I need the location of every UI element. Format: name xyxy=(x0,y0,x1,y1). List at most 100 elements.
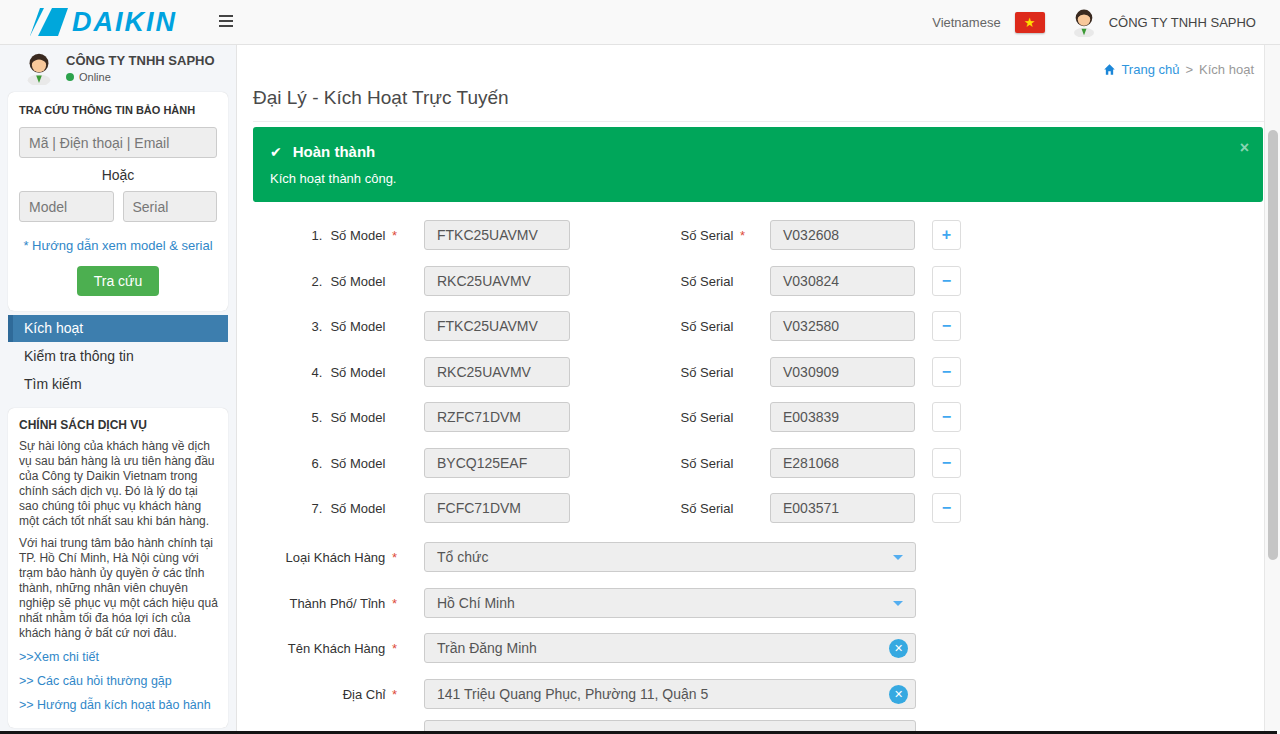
model-serial-row: 5.Số Model * RZFC71DVM Số Serial * E0038… xyxy=(238,402,1264,433)
remove-row-button[interactable]: − xyxy=(932,402,961,432)
alert-title: ✔Hoàn thành xyxy=(270,143,375,160)
sidebar-menu: Kích hoạtKiểm tra thông tinTìm kiếm xyxy=(0,315,228,399)
model-serial-row: 4.Số Model * RKC25UAVMV Số Serial * V030… xyxy=(238,357,1264,388)
serial-label: Số Serial * xyxy=(578,311,745,342)
serial-input[interactable]: V030909 xyxy=(770,357,915,387)
form-field-row: Địa Chỉ * 141 Triệu Quang Phục, Phường 1… xyxy=(238,679,1264,710)
remove-row-button[interactable]: − xyxy=(932,266,961,296)
model-input[interactable]: RKC25UAVMV xyxy=(424,357,570,387)
serial-input[interactable]: V032580 xyxy=(770,311,915,341)
serial-label: Số Serial * xyxy=(578,357,745,388)
chevron-down-icon xyxy=(893,601,903,606)
model-input[interactable]: RZFC71DVM xyxy=(424,402,570,432)
model-label: 2.Số Model * xyxy=(238,266,397,297)
model-input[interactable]: BYCQ125EAF xyxy=(424,448,570,478)
model-label: 6.Số Model * xyxy=(238,448,397,479)
serial-label: Số Serial * xyxy=(578,220,745,251)
model-label: 4.Số Model * xyxy=(238,357,397,388)
remove-row-button[interactable]: − xyxy=(932,311,961,341)
select-customer-type[interactable]: Tổ chức xyxy=(424,542,916,572)
model-serial-row: 1.Số Model * FTKC25UAVMV Số Serial * V03… xyxy=(238,220,1264,251)
sidebar-user-status: Online xyxy=(66,71,111,83)
model-serial-row: 6.Số Model * BYCQ125EAF Số Serial * E281… xyxy=(238,448,1264,479)
top-header: DAIKIN Vietnamese ★ CÔNG TY TNHH SAPHO xyxy=(0,0,1280,45)
alert-close-icon[interactable]: × xyxy=(1240,139,1249,157)
online-status-icon xyxy=(66,73,74,81)
main-content: Trang chủ > Kích hoạt Đại Lý - Kích Hoạt… xyxy=(238,45,1264,734)
serial-input[interactable]: E281068 xyxy=(770,448,915,478)
breadcrumb-home-link[interactable]: Trang chủ xyxy=(1103,62,1179,77)
check-icon: ✔ xyxy=(270,144,282,160)
policy-title: CHÍNH SÁCH DỊCH VỤ xyxy=(17,418,219,432)
policy-link[interactable]: >>Xem chi tiết xyxy=(17,650,219,665)
customer-name-input[interactable]: Trần Đăng Minh✕ xyxy=(424,633,916,663)
add-row-button[interactable]: + xyxy=(932,220,961,250)
search-model-input[interactable] xyxy=(19,191,114,222)
model-label: 5.Số Model * xyxy=(238,402,397,433)
user-avatar[interactable] xyxy=(1069,7,1099,37)
sidebar-menu-item[interactable]: Tìm kiếm xyxy=(0,371,228,398)
chevron-down-icon xyxy=(893,555,903,560)
model-input[interactable]: RKC25UAVMV xyxy=(424,266,570,296)
serial-label: Số Serial * xyxy=(578,448,745,479)
clear-input-icon[interactable]: ✕ xyxy=(889,685,908,704)
clear-input-icon[interactable]: ✕ xyxy=(889,639,908,658)
vietnam-flag-icon[interactable]: ★ xyxy=(1015,12,1045,33)
home-icon xyxy=(1103,63,1116,76)
remove-row-button[interactable]: − xyxy=(932,493,961,523)
remove-row-button[interactable]: − xyxy=(932,448,961,478)
search-serial-input[interactable] xyxy=(123,191,218,222)
field-label: Loại Khách Hàng * xyxy=(238,542,397,573)
model-input[interactable]: FCFC71DVM xyxy=(424,493,570,523)
success-alert: ✔Hoàn thành Kích hoạt thành công. × xyxy=(253,127,1263,202)
scrollbar-thumb[interactable] xyxy=(1268,130,1278,560)
serial-label: Số Serial * xyxy=(578,402,745,433)
field-label: Tên Khách Hàng * xyxy=(238,633,397,664)
serial-input[interactable]: E003571 xyxy=(770,493,915,523)
header-user-name[interactable]: CÔNG TY TNHH SAPHO xyxy=(1109,15,1256,30)
serial-label: Số Serial * xyxy=(578,493,745,524)
vertical-scrollbar[interactable] xyxy=(1264,45,1280,734)
breadcrumb-separator: > xyxy=(1185,62,1193,77)
serial-input[interactable]: E003839 xyxy=(770,402,915,432)
policy-link[interactable]: >> Hướng dẫn kích hoạt bảo hành xyxy=(17,698,219,713)
model-label: 1.Số Model * xyxy=(238,220,397,251)
policy-link[interactable]: >> Các câu hỏi thường gặp xyxy=(17,674,219,689)
service-policy-card: CHÍNH SÁCH DỊCH VỤ Sự hài lòng của khách… xyxy=(8,408,228,728)
serial-input[interactable]: V030824 xyxy=(770,266,915,296)
select-city[interactable]: Hồ Chí Minh xyxy=(424,588,916,618)
daikin-logo-mark xyxy=(30,6,68,38)
sidebar-menu-item[interactable]: Kiểm tra thông tin xyxy=(0,343,228,370)
model-label: 3.Số Model * xyxy=(238,311,397,342)
policy-paragraph: Sự hài lòng của khách hàng về dịch vụ sa… xyxy=(17,439,219,529)
daikin-logo[interactable]: DAIKIN xyxy=(30,6,177,38)
remove-row-button[interactable]: − xyxy=(932,357,961,387)
model-serial-guide-link[interactable]: * Hướng dẫn xem model & serial xyxy=(19,238,217,253)
field-label: Thành Phố/ Tỉnh * xyxy=(238,588,397,619)
address-input[interactable]: 141 Triệu Quang Phục, Phường 11, Quận 5✕ xyxy=(424,679,916,709)
policy-paragraph: Với hai trung tâm bảo hành chính tại TP.… xyxy=(17,536,219,641)
breadcrumb-current: Kích hoạt xyxy=(1199,62,1254,77)
model-input[interactable]: FTKC25UAVMV xyxy=(424,220,570,250)
search-keyword-input[interactable] xyxy=(19,127,217,158)
language-label[interactable]: Vietnamese xyxy=(932,15,1000,30)
hamburger-menu-icon[interactable] xyxy=(219,15,233,30)
model-serial-row: 2.Số Model * RKC25UAVMV Số Serial * V030… xyxy=(238,266,1264,297)
alert-message: Kích hoạt thành công. xyxy=(270,171,396,186)
model-label: 7.Số Model * xyxy=(238,493,397,524)
breadcrumb: Trang chủ > Kích hoạt xyxy=(1103,62,1254,77)
sidebar-user-name: CÔNG TY TNHH SAPHO xyxy=(66,53,215,68)
form-field-row: Thành Phố/ Tỉnh * Hồ Chí Minh xyxy=(238,588,1264,619)
model-input[interactable]: FTKC25UAVMV xyxy=(424,311,570,341)
daikin-logo-text: DAIKIN xyxy=(72,7,177,38)
field-label: Địa Chỉ * xyxy=(238,679,397,710)
form-field-row: Tên Khách Hàng * Trần Đăng Minh✕ xyxy=(238,633,1264,664)
serial-input[interactable]: V032608 xyxy=(770,220,915,250)
warranty-search-card: TRA CỨU THÔNG TIN BẢO HÀNH Hoặc * Hướng … xyxy=(8,92,228,311)
model-serial-row: 7.Số Model * FCFC71DVM Số Serial * E0035… xyxy=(238,493,1264,524)
serial-label: Số Serial * xyxy=(578,266,745,297)
sidebar: CÔNG TY TNHH SAPHO Online TRA CỨU THÔNG … xyxy=(0,45,237,734)
sidebar-user-avatar xyxy=(22,51,56,85)
sidebar-menu-item[interactable]: Kích hoạt xyxy=(8,315,228,342)
search-submit-button[interactable]: Tra cứu xyxy=(77,266,160,296)
